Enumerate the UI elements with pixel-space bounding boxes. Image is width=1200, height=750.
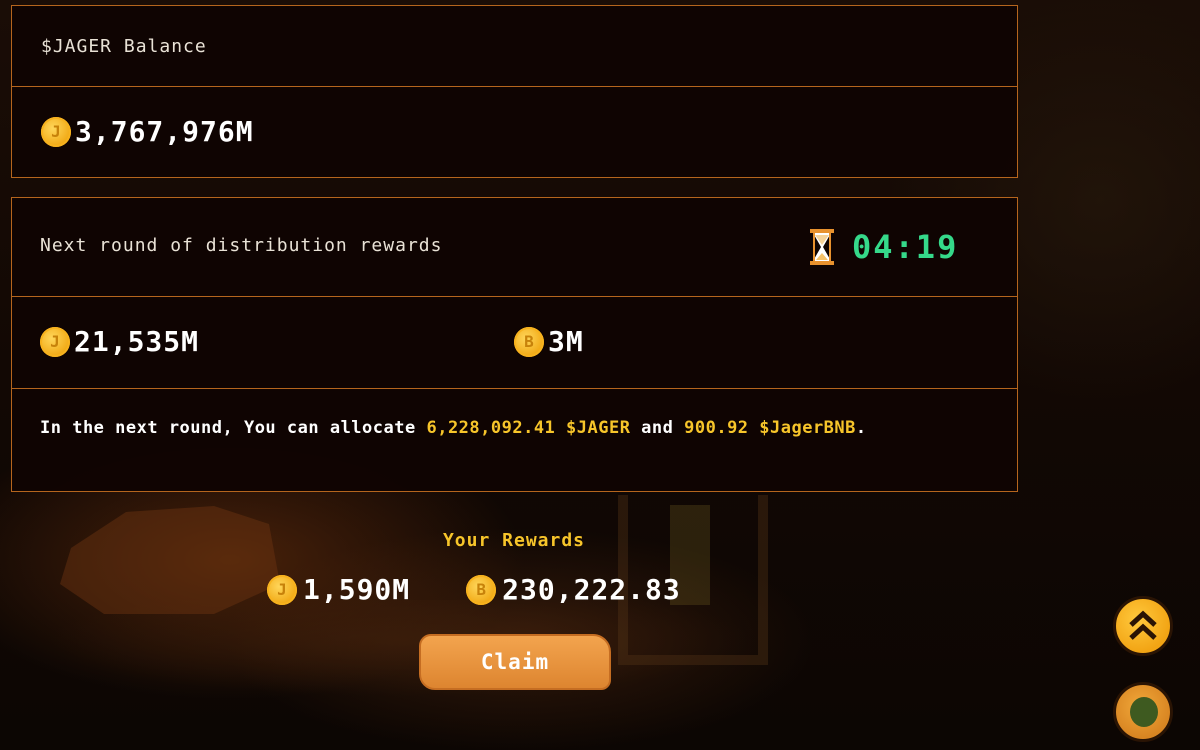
allocation-text: In the next round, You can allocate 6,22…	[40, 417, 990, 440]
allocation-bnb: 900.92 $JagerBNB	[684, 418, 856, 438]
balance-amount-row: J 3,767,976M	[12, 86, 1017, 178]
bnb-reward: B 230,222.83	[466, 573, 681, 606]
rewards-title: Your Rewards	[442, 530, 586, 551]
countdown-timer: 04:19	[852, 228, 959, 266]
jager-pool: J 21,535M	[40, 325, 199, 358]
jager-reward-amount: 1,590M	[303, 573, 411, 606]
allocation-jager: 6,228,092.41 $JAGER	[426, 418, 631, 438]
jager-coin-icon: J	[40, 326, 70, 357]
allocation-info: In the next round, You can allocate 6,22…	[12, 388, 1017, 491]
claim-button[interactable]: Claim	[419, 634, 611, 690]
scroll-top-button[interactable]	[1113, 596, 1173, 656]
double-chevron-up-icon	[1129, 610, 1157, 640]
balance-amount: 3,767,976M	[75, 115, 254, 148]
distribution-pools: J 21,535M B 3M	[12, 296, 1017, 388]
hourglass-icon	[810, 229, 834, 265]
allocation-suffix: .	[855, 418, 867, 438]
jager-pool-amount: 21,535M	[74, 325, 200, 358]
balance-panel: $JAGER Balance J 3,767,976M	[11, 5, 1018, 178]
allocation-middle: and	[630, 418, 685, 438]
avatar-button[interactable]	[1113, 682, 1173, 742]
jager-reward: J 1,590M	[267, 573, 410, 606]
distribution-header: Next round of distribution rewards 04:19	[12, 198, 1017, 296]
bnb-pool-amount: 3M	[548, 325, 584, 358]
balance-header: $JAGER Balance	[12, 6, 1017, 86]
jager-coin-icon: J	[267, 574, 297, 605]
balance-title: $JAGER Balance	[41, 36, 207, 57]
avatar-icon	[1130, 697, 1158, 727]
bnb-pool: B 3M	[514, 325, 584, 358]
bnb-reward-amount: 230,222.83	[502, 573, 681, 606]
rewards-row: J 1,590M B 230,222.83	[267, 573, 681, 606]
allocation-prefix: In the next round, You can allocate	[40, 418, 427, 438]
jager-coin-icon: J	[41, 116, 71, 147]
distribution-panel: Next round of distribution rewards 04:19…	[11, 197, 1018, 492]
countdown: 04:19	[810, 228, 958, 266]
distribution-title: Next round of distribution rewards	[40, 235, 443, 256]
bnb-coin-icon: B	[466, 574, 497, 605]
bnb-coin-icon: B	[514, 326, 544, 357]
